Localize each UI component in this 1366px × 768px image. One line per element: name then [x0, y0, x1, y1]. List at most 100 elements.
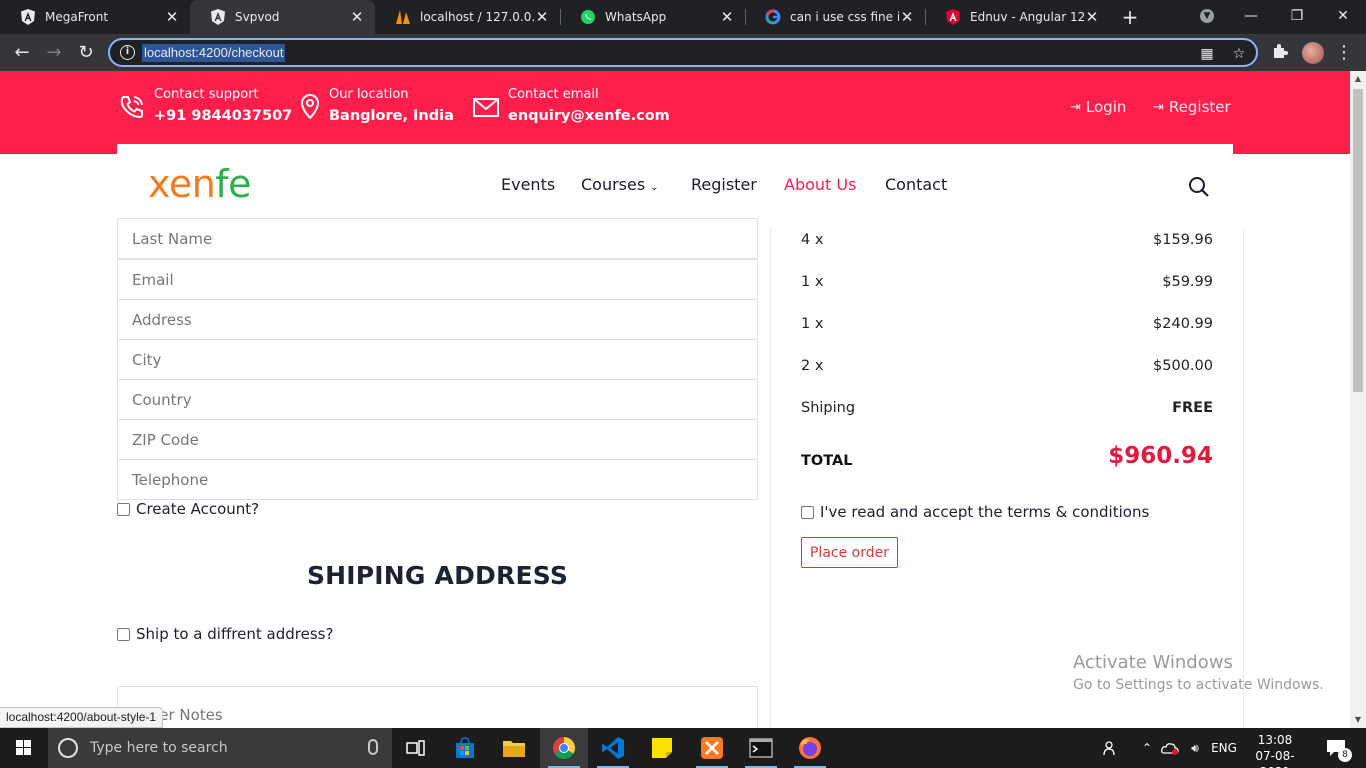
email-value[interactable]: enquiry@xenfe.com [508, 105, 670, 127]
order-line: 4 x $159.96 [801, 232, 1213, 248]
people-icon[interactable] [1099, 728, 1123, 768]
chrome-icon [553, 737, 575, 759]
taskbar-file-explorer[interactable] [490, 728, 538, 768]
tab-google[interactable]: can i use css fine in sc ✕ [745, 0, 925, 34]
contact-email: Contact email enquiry@xenfe.com [472, 85, 670, 127]
telephone-input[interactable] [118, 460, 757, 499]
reload-button[interactable]: ↻ [73, 40, 99, 66]
taskbar-clock[interactable]: 13:08 07-08-2021 [1245, 732, 1305, 768]
register-link[interactable]: ⇥ Register [1153, 98, 1231, 116]
site-logo[interactable]: xenfe [148, 162, 252, 206]
scrollbar-thumb[interactable] [1353, 89, 1363, 392]
microphone-icon[interactable] [368, 739, 378, 755]
taskbar-vscode[interactable] [589, 728, 637, 768]
minimize-button[interactable]: — [1228, 0, 1274, 34]
tab-megafront[interactable]: MegaFront ✕ [0, 0, 190, 34]
place-order-button[interactable]: Place order [801, 537, 898, 568]
tab-search-button[interactable]: ▼ [1184, 0, 1230, 34]
bookmark-star-icon[interactable]: ☆ [1230, 45, 1248, 63]
phpmyadmin-icon [395, 9, 411, 25]
email-input[interactable] [118, 260, 757, 299]
location-label: Our location [329, 87, 409, 102]
onedrive-icon[interactable] [1159, 728, 1181, 768]
close-icon[interactable]: ✕ [899, 8, 915, 26]
new-tab-button[interactable]: + [1119, 4, 1141, 30]
address-url[interactable]: localhost:4200/checkout [142, 44, 286, 62]
taskbar-terminal[interactable] [737, 728, 785, 768]
close-icon[interactable]: ✕ [719, 8, 735, 26]
page-scrollbar[interactable]: ▲ ▼ [1350, 71, 1366, 728]
country-input[interactable] [118, 380, 757, 419]
email-field[interactable] [117, 259, 758, 300]
address-input[interactable] [118, 300, 757, 339]
tab-title: Ednuv - Angular 12 Ed [970, 10, 1084, 24]
taskbar-search-box[interactable]: Type here to search [48, 728, 392, 768]
order-notes-input[interactable] [118, 687, 757, 728]
qr-code-icon[interactable]: ▦ [1198, 45, 1216, 63]
close-icon[interactable]: ✕ [164, 8, 180, 26]
city-field[interactable] [117, 339, 758, 380]
taskbar-chrome[interactable] [540, 728, 588, 768]
nav-item-events[interactable]: Events [501, 175, 555, 194]
terms-checkbox[interactable] [801, 505, 814, 519]
extensions-icon[interactable] [1270, 42, 1290, 62]
menu-kebab-icon[interactable]: ⋮ [1331, 40, 1357, 66]
zip-code-input[interactable] [118, 420, 757, 459]
search-icon[interactable] [1188, 176, 1210, 198]
close-icon[interactable]: ✕ [1084, 8, 1100, 26]
tab-whatsapp[interactable]: WhatsApp ✕ [560, 0, 745, 34]
taskbar-store[interactable] [441, 728, 489, 768]
address-field[interactable] [117, 299, 758, 340]
close-window-button[interactable]: ✕ [1320, 0, 1366, 34]
nav-item-contact[interactable]: Contact [885, 175, 947, 194]
close-icon[interactable]: ✕ [534, 8, 550, 26]
angular-icon [210, 9, 226, 25]
taskbar-firefox[interactable] [786, 728, 834, 768]
back-button[interactable]: ← [9, 40, 35, 66]
create-account-checkbox[interactable] [117, 502, 130, 516]
folder-icon [503, 741, 525, 757]
last-name-field[interactable] [117, 218, 758, 259]
ship-different-checkbox[interactable] [117, 627, 130, 641]
tray-chevron-up-icon[interactable]: ⌃ [1137, 728, 1157, 768]
order-line: 1 x $59.99 [801, 274, 1213, 290]
tab-ednuv[interactable]: Ednuv - Angular 12 Ed ✕ [925, 0, 1110, 34]
address-bar[interactable]: i localhost:4200/checkout ▦ ☆ [108, 38, 1258, 67]
notification-center-button[interactable]: 8 [1316, 728, 1356, 768]
volume-icon[interactable]: 🔊︎ [1184, 728, 1206, 768]
login-link[interactable]: ⇥ Login [1070, 98, 1126, 116]
support-phone[interactable]: +91 9844037507 [154, 105, 292, 127]
tab-phpmyadmin[interactable]: localhost / 127.0.0.1 | p ✕ [375, 0, 560, 34]
info-icon[interactable]: i [120, 45, 135, 60]
order-line: 1 x $240.99 [801, 316, 1213, 332]
order-line: 2 x $500.00 [801, 358, 1213, 374]
forward-button[interactable]: → [41, 40, 67, 66]
zip-code-field[interactable] [117, 419, 758, 460]
profile-avatar[interactable] [1302, 42, 1324, 64]
clock-time: 13:08 [1257, 733, 1293, 747]
scroll-down-arrow[interactable]: ▼ [1350, 712, 1366, 728]
taskbar-xampp[interactable] [688, 728, 736, 768]
tab-svpvod[interactable]: Svpvod ✕ [190, 0, 375, 34]
taskbar-sticky-notes[interactable] [638, 728, 686, 768]
tab-title: localhost / 127.0.0.1 | p [420, 10, 534, 24]
task-view-button[interactable] [392, 728, 440, 768]
nav-item-about-us[interactable]: About Us [784, 175, 856, 194]
browser-tab-strip: MegaFront ✕ Svpvod ✕ localhost / 127.0.0… [0, 0, 1366, 34]
nav-item-courses[interactable]: Courses ⌄ [581, 175, 659, 194]
city-input[interactable] [118, 340, 757, 379]
order-notes-field[interactable] [117, 686, 758, 728]
terms-row: I've read and accept the terms & conditi… [801, 503, 1149, 521]
close-icon[interactable]: ✕ [349, 8, 365, 26]
last-name-input[interactable] [118, 219, 757, 258]
nav-item-register[interactable]: Register [691, 175, 757, 194]
start-button[interactable] [0, 728, 48, 768]
scroll-up-arrow[interactable]: ▲ [1350, 71, 1366, 87]
restore-button[interactable]: ❐ [1274, 0, 1320, 34]
order-line-price: $240.99 [1153, 316, 1213, 332]
telephone-field[interactable] [117, 459, 758, 500]
store-icon [456, 737, 474, 758]
total-label: TOTAL [801, 453, 853, 469]
country-field[interactable] [117, 379, 758, 420]
language-indicator[interactable]: ENG [1208, 728, 1240, 768]
